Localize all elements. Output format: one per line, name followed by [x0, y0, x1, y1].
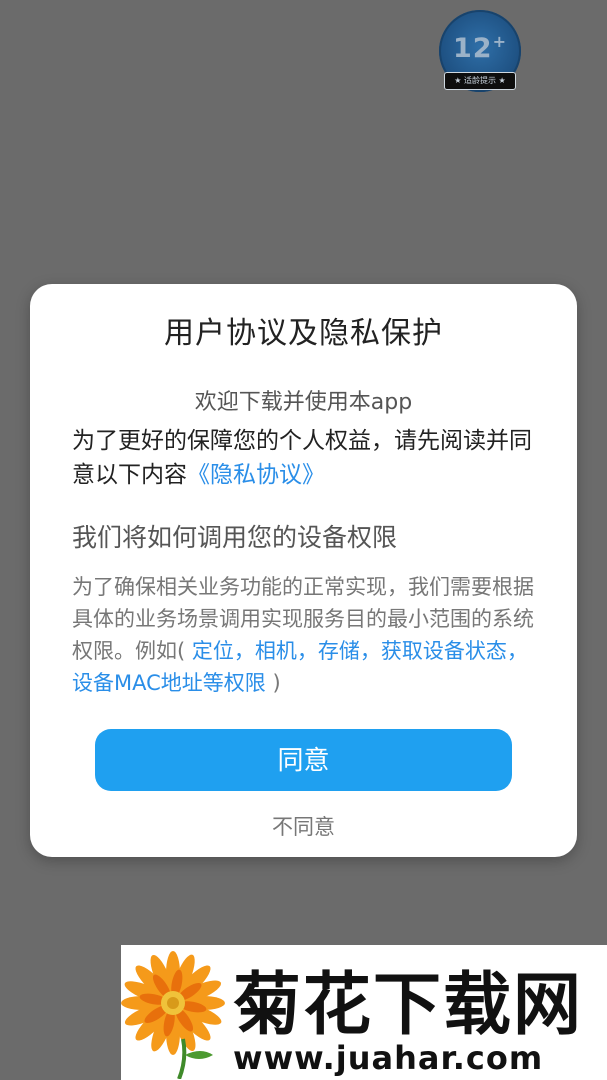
permissions-paragraph: 为了确保相关业务功能的正常实现，我们需要根据具体的业务场景调用实现服务目的最小范…	[72, 571, 542, 699]
age-rating-caption: ★ 适龄提示 ★	[444, 72, 516, 90]
chrysanthemum-logo-icon	[121, 951, 225, 1079]
watermark-url: www.juahar.com	[233, 1039, 544, 1077]
permissions-heading: 我们将如何调用您的设备权限	[72, 523, 398, 552]
agree-button[interactable]: 同意	[95, 729, 512, 791]
permissions-close: )	[265, 671, 281, 695]
privacy-dialog: 用户协议及隐私保护 欢迎下载并使用本app 为了更好的保障您的个人权益，请先阅读…	[30, 284, 577, 857]
welcome-text: 欢迎下载并使用本app	[194, 390, 413, 415]
age-rating-number: 12+	[453, 32, 507, 64]
age-rating-badge: 12+ ★ 适龄提示 ★	[437, 10, 523, 94]
watermark-site-name: 菊花下载网	[233, 966, 584, 1045]
intro-paragraph: 为了更好的保障您的个人权益，请先阅读并同意以下内容《隐私协议》	[72, 424, 542, 492]
site-watermark: 菊花下载网 www.juahar.com	[121, 945, 607, 1080]
disagree-button[interactable]: 不同意	[30, 811, 577, 841]
dialog-title: 用户协议及隐私保护	[164, 316, 443, 351]
privacy-policy-link[interactable]: 《隐私协议》	[187, 462, 325, 488]
